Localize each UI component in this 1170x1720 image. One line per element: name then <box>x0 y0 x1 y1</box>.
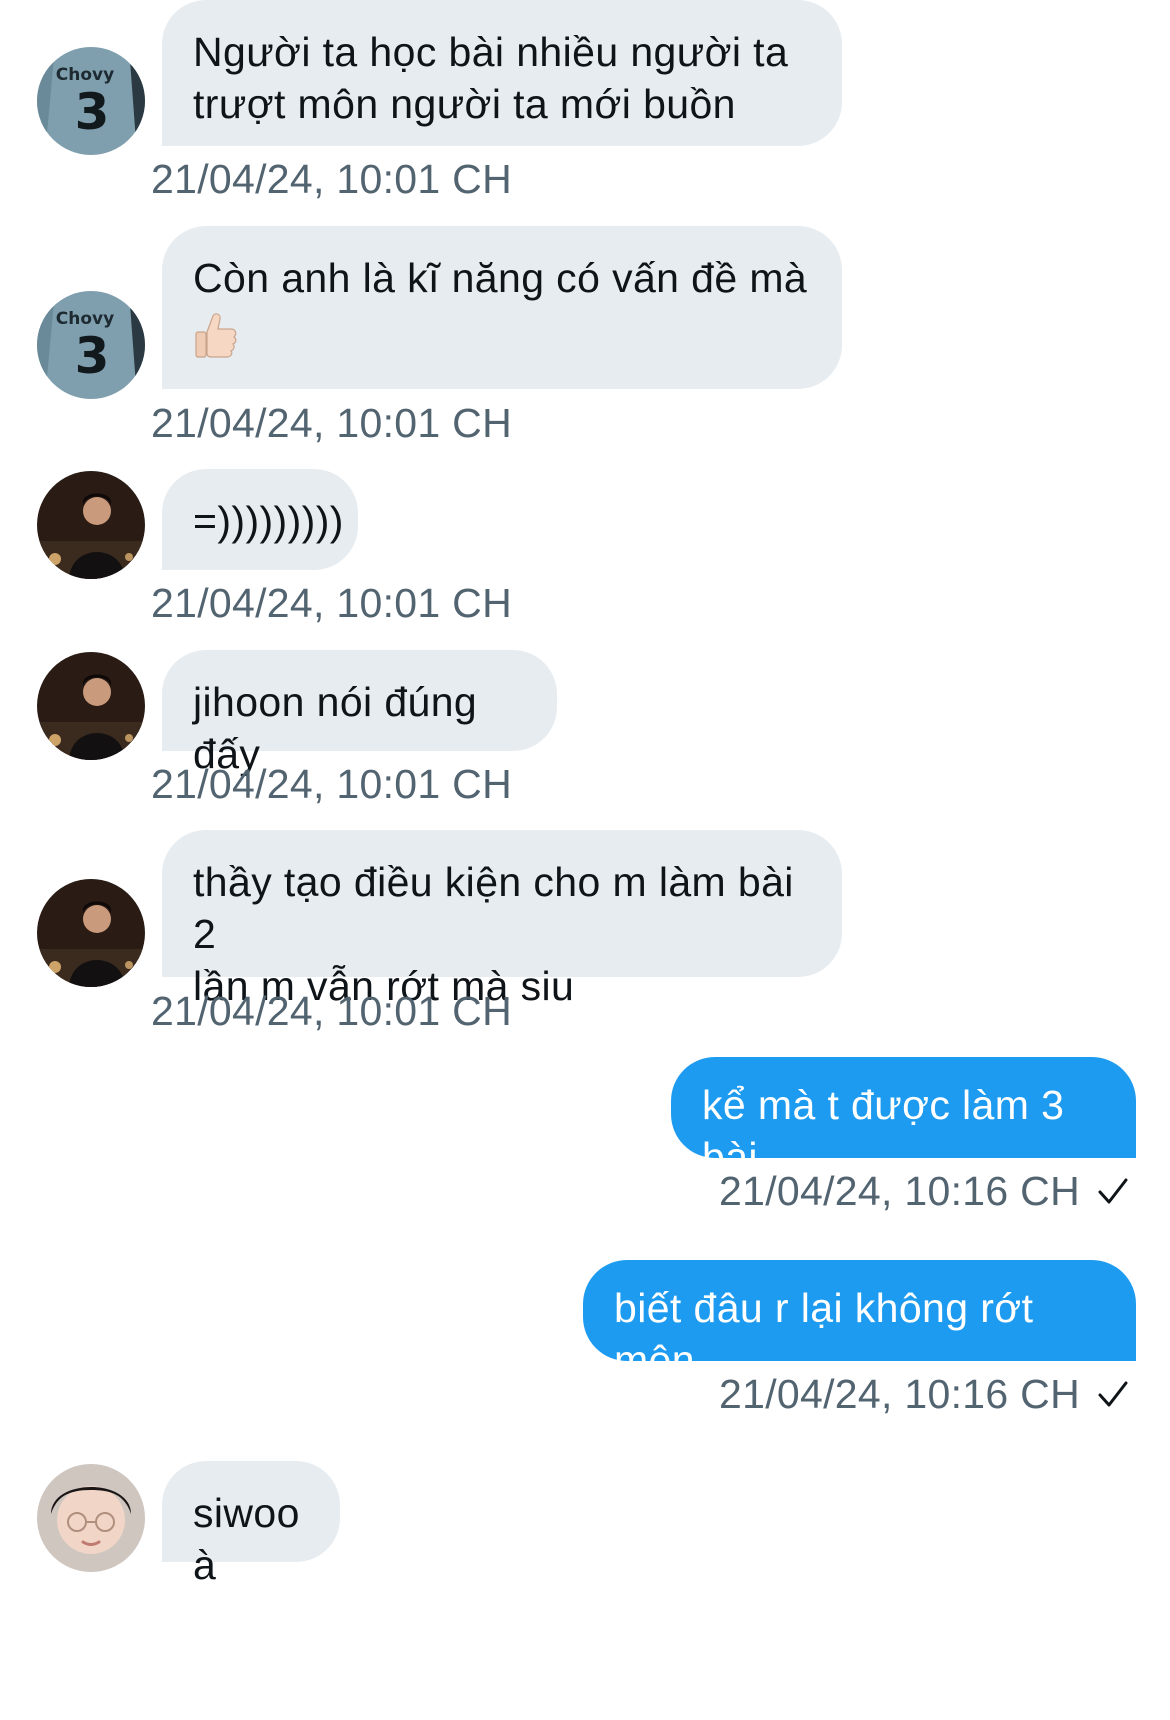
message-text-line: Còn anh là kĩ năng có vấn đề mà <box>193 255 808 301</box>
incoming-message-bubble[interactable]: thầy tạo điều kiện cho m làm bài 2 lần m… <box>162 830 842 1009</box>
man-portrait-avatar[interactable] <box>37 652 145 760</box>
chovy-jersey-avatar[interactable]: Chovy 3 <box>37 291 145 399</box>
message-text-line: thầy tạo điều kiện cho m làm bài 2 <box>193 859 794 957</box>
svg-text:3: 3 <box>75 327 110 385</box>
svg-text:Chovy: Chovy <box>56 65 114 85</box>
incoming-message-bubble[interactable]: jihoon nói đúng đấy <box>162 650 557 777</box>
message-timestamp: 21/04/24, 10:16 CH <box>719 1168 1080 1214</box>
message-timestamp: 21/04/24, 10:01 CH <box>151 988 512 1034</box>
message-status-row: 21/04/24, 10:16 CH <box>719 1167 1130 1215</box>
chovy-jersey-avatar[interactable]: Chovy 3 <box>37 47 145 155</box>
message-text-line: siwoo à <box>193 1490 300 1588</box>
message-timestamp: 21/04/24, 10:01 CH <box>151 400 512 446</box>
glasses-boy-avatar[interactable] <box>37 1464 145 1572</box>
incoming-message-bubble[interactable]: Người ta học bài nhiều người ta trượt mô… <box>162 0 842 146</box>
man-portrait-avatar[interactable] <box>37 879 145 987</box>
incoming-message-bubble[interactable]: siwoo à <box>162 1461 340 1588</box>
svg-text:3: 3 <box>75 83 110 141</box>
sent-check-icon <box>1098 1178 1128 1204</box>
message-timestamp: 21/04/24, 10:01 CH <box>151 580 512 626</box>
svg-text:Chovy: Chovy <box>56 309 114 329</box>
outgoing-message-bubble[interactable]: biết đâu r lại không rớt môn <box>583 1260 1136 1383</box>
message-timestamp: 21/04/24, 10:16 CH <box>719 1371 1080 1417</box>
message-thread: Chovy 3 Người ta học bài nhiều người ta … <box>0 0 1170 1720</box>
message-text-line: =))))))))) <box>193 498 344 544</box>
incoming-message-bubble[interactable]: =))))))))) <box>162 469 358 570</box>
message-status-row: 21/04/24, 10:16 CH <box>719 1370 1130 1418</box>
message-timestamp: 21/04/24, 10:01 CH <box>151 156 512 202</box>
message-text-line: Người ta học bài nhiều người ta <box>193 29 789 75</box>
outgoing-message-bubble[interactable]: kể mà t được làm 3 bài <box>671 1057 1136 1180</box>
message-text-line: trượt môn người ta mới buồn <box>193 81 736 127</box>
sent-check-icon <box>1098 1381 1128 1407</box>
incoming-message-bubble[interactable]: Còn anh là kĩ năng có vấn đề mà <box>162 226 842 389</box>
man-portrait-avatar[interactable] <box>37 471 145 579</box>
message-timestamp: 21/04/24, 10:01 CH <box>151 761 512 807</box>
thumbs-up-icon <box>195 313 237 358</box>
